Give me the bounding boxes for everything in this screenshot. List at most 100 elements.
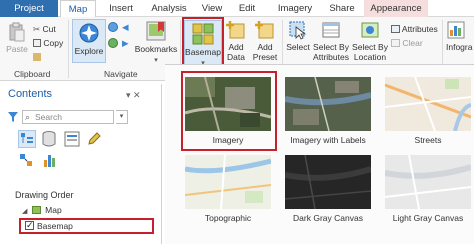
- add-preset-label-line2: Preset: [252, 52, 278, 62]
- basemap-thumbnail-topographic[interactable]: [185, 155, 271, 209]
- chevron-down-icon: ▾: [154, 57, 158, 64]
- list-by-charts-button[interactable]: [42, 152, 58, 170]
- basemap-label: Basemap: [185, 47, 221, 57]
- clipboard-group-label: Clipboard: [14, 69, 51, 79]
- attributes-button[interactable]: Attributes: [391, 24, 438, 35]
- zoom-in-icon: [108, 38, 118, 48]
- globe-icon: [108, 22, 118, 32]
- select-by-attributes-button[interactable]: Select By Attributes: [312, 20, 350, 62]
- ribbon-separator: [68, 20, 69, 78]
- add-preset-label-line1: Add: [257, 42, 273, 52]
- collapse-triangle-icon[interactable]: ◢: [22, 208, 27, 215]
- clear-label: Clear: [402, 38, 423, 48]
- basemap-icon: [192, 23, 214, 45]
- select-by-location-icon: [361, 22, 379, 38]
- basemap-caption-topographic: Topographic: [204, 213, 252, 223]
- select-by-location-button[interactable]: Select By Location: [351, 20, 389, 62]
- add-preset-icon: [255, 21, 274, 39]
- basemap-thumbnail-dark-gray-canvas[interactable]: [285, 155, 371, 209]
- tree-item-basemap-label: Basemap: [37, 221, 73, 231]
- list-by-drawing-order-button[interactable]: [18, 130, 36, 148]
- contents-pane: Contents ▾ ✕ Search ⌕ ▾ Drawing Order ◢ …: [0, 84, 162, 244]
- select-icon: [289, 21, 307, 40]
- paste-button[interactable]: Paste: [4, 22, 30, 54]
- search-dropdown[interactable]: ▾: [116, 110, 128, 124]
- copy-button[interactable]: Copy: [33, 38, 63, 49]
- basemap-thumbnail-imagery[interactable]: [185, 77, 271, 131]
- explore-icon: [79, 23, 99, 43]
- tab-analysis[interactable]: Analysis: [144, 0, 194, 17]
- zoom-in-button[interactable]: [108, 38, 120, 50]
- add-preset-button[interactable]: Add Preset: [250, 20, 280, 62]
- zoom-previous-button[interactable]: ◀: [122, 22, 134, 34]
- basemap-visibility-checkbox[interactable]: [25, 219, 34, 231]
- basemap-button[interactable]: Basemap ▾: [184, 20, 222, 67]
- filter-icon[interactable]: [8, 112, 18, 124]
- zoom-next-button[interactable]: ▶: [122, 38, 134, 50]
- basemap-thumbnail-streets[interactable]: [385, 77, 471, 131]
- infographics-button[interactable]: Infogra: [446, 20, 474, 52]
- tab-view[interactable]: View: [196, 0, 228, 17]
- tab-edit[interactable]: Edit: [232, 0, 262, 17]
- pencil-icon: [88, 132, 101, 145]
- explore-button[interactable]: Explore: [72, 19, 106, 63]
- pin-icon[interactable]: ▾ ✕: [126, 90, 141, 101]
- bookmarks-button[interactable]: Bookmarks ▾: [134, 20, 178, 66]
- drawing-order-icon: [21, 133, 33, 143]
- add-data-button[interactable]: Add Data: [224, 20, 248, 62]
- arrow-left-icon: ◀: [122, 22, 129, 32]
- basemap-thumbnail-imagery-with-labels[interactable]: [285, 77, 371, 131]
- select-by-location-label-line1: Select By: [352, 42, 388, 52]
- basemap-caption-light-gray-canvas: Light Gray Canvas: [392, 213, 464, 223]
- tab-map[interactable]: Map: [60, 0, 96, 18]
- contents-search-input[interactable]: Search: [22, 110, 114, 124]
- select-by-attributes-label-line2: Attributes: [313, 52, 349, 62]
- scissors-icon: ✂: [33, 24, 41, 34]
- basemap-thumbnail-light-gray-canvas[interactable]: [385, 155, 471, 209]
- tab-imagery[interactable]: Imagery: [272, 0, 318, 17]
- tree-item-basemap[interactable]: Basemap: [19, 218, 154, 234]
- list-by-selection-button[interactable]: [64, 131, 80, 149]
- cut-button[interactable]: ✂ Cut: [33, 24, 56, 35]
- snapping-icon: [20, 154, 32, 166]
- tab-appearance[interactable]: Appearance: [364, 0, 428, 17]
- infographics-label: Infogra: [446, 42, 473, 52]
- select-by-attributes-icon: [322, 22, 340, 38]
- explore-label: Explore: [74, 46, 104, 56]
- attributes-label: Attributes: [401, 24, 438, 34]
- add-data-icon: [226, 21, 245, 39]
- table-icon: [391, 25, 400, 33]
- clear-icon: [391, 39, 400, 47]
- cut-label: Cut: [42, 24, 56, 34]
- select-button[interactable]: Select: [285, 20, 311, 52]
- basemap-caption-streets: Streets: [414, 135, 442, 145]
- tab-share[interactable]: Share: [324, 0, 360, 17]
- map-icon: [31, 206, 41, 214]
- copy-icon: [33, 39, 41, 47]
- drawing-order-heading: Drawing Order: [15, 190, 74, 200]
- list-by-editing-button[interactable]: [86, 131, 102, 149]
- search-icon: ⌕: [25, 112, 31, 122]
- list-by-snapping-button[interactable]: [18, 152, 34, 170]
- ribbon-tab-bar: Project Map Insert Analysis View Edit Im…: [0, 0, 474, 18]
- basemap-caption-dark-gray-canvas: Dark Gray Canvas: [293, 213, 363, 223]
- zoom-full-extent-button[interactable]: [108, 22, 120, 34]
- navigate-group-label: Navigate: [104, 69, 138, 79]
- list-by-data-source-button[interactable]: [42, 131, 56, 149]
- basemap-caption-imagery: Imagery: [212, 135, 244, 145]
- tree-item-map[interactable]: ◢ Map: [22, 205, 62, 215]
- tab-project[interactable]: Project: [0, 0, 58, 17]
- format-painter-button[interactable]: [33, 52, 41, 63]
- chart-icon: [44, 155, 55, 167]
- contents-title: Contents: [8, 88, 53, 100]
- tree-item-map-label: Map: [45, 205, 62, 215]
- add-data-label-line2: Data: [227, 52, 245, 62]
- basemap-caption-imagery-with-labels: Imagery with Labels: [290, 135, 366, 145]
- add-data-label-line1: Add: [228, 42, 244, 52]
- tab-insert[interactable]: Insert: [100, 0, 142, 17]
- paste-label: Paste: [6, 44, 28, 54]
- infographics-icon: [447, 21, 465, 39]
- paste-icon: [9, 22, 25, 42]
- clear-selection-button[interactable]: Clear: [391, 38, 423, 49]
- select-label: Select: [286, 42, 310, 52]
